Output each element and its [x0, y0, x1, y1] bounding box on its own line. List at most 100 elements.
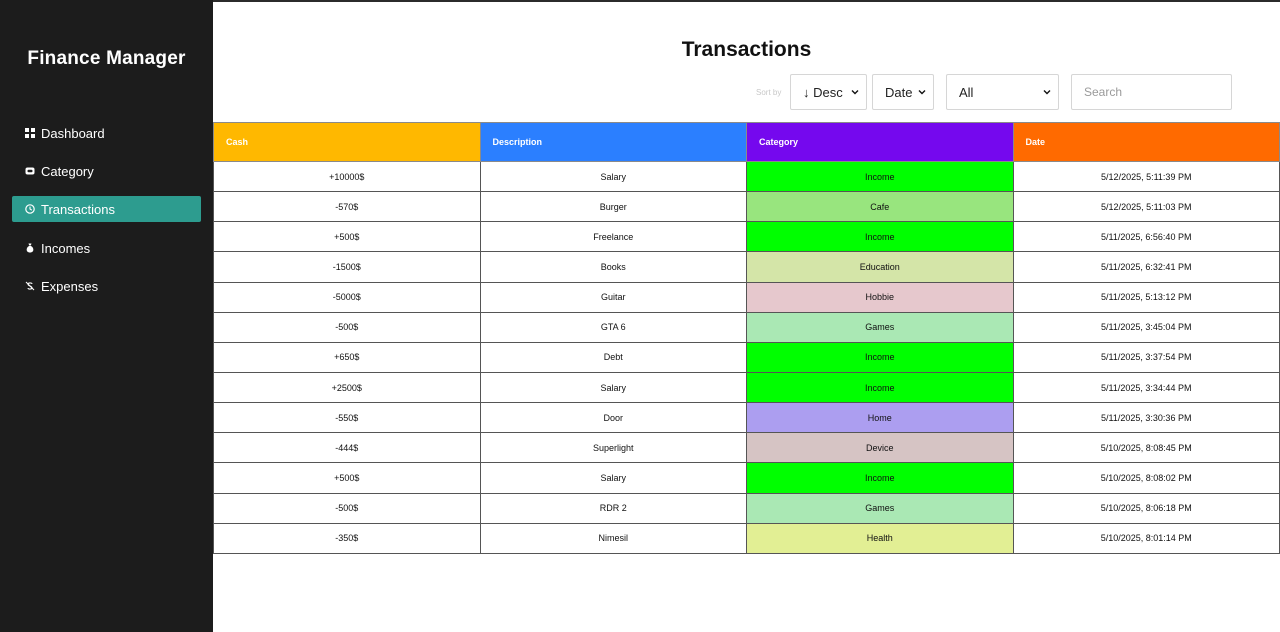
column-header-cash: Cash	[213, 122, 481, 162]
chevron-down-icon	[1043, 90, 1051, 95]
search-input[interactable]	[1071, 74, 1232, 110]
table-row[interactable]: +650$ Debt Income 5/11/2025, 3:37:54 PM	[213, 341, 1280, 373]
category-cell: Games	[746, 492, 1014, 524]
sidebar-item-label: Expenses	[41, 278, 99, 294]
date-cell: 5/12/2025, 5:11:39 PM	[1012, 160, 1280, 193]
category-cell: Income	[746, 371, 1014, 404]
table-row[interactable]: -5000$ Guitar Hobbie 5/11/2025, 5:13:12 PM	[213, 281, 1280, 313]
category-cell: Device	[746, 432, 1014, 464]
cash-cell: +2500$	[213, 371, 481, 404]
main-content: Transactions Sort by ↓ Desc Date All Cas…	[213, 2, 1280, 632]
table-row[interactable]: +2500$ Salary Income 5/11/2025, 3:34:44 PM	[213, 371, 1280, 404]
category-filter-select[interactable]: All	[946, 74, 1059, 110]
category-cell: Income	[746, 221, 1014, 253]
date-cell: 5/11/2025, 3:37:54 PM	[1012, 341, 1280, 373]
date-cell: 5/11/2025, 6:56:40 PM	[1012, 221, 1280, 253]
sidebar-item-transactions[interactable]: Transactions	[12, 196, 201, 222]
date-cell: 5/10/2025, 8:06:18 PM	[1012, 492, 1280, 524]
description-cell: Salary	[479, 462, 747, 494]
description-cell: Debt	[479, 341, 747, 373]
date-cell: 5/11/2025, 6:32:41 PM	[1012, 251, 1280, 283]
sidebar-item-incomes[interactable]: Incomes	[12, 235, 201, 261]
sidebar-item-label: Category	[41, 163, 94, 179]
table-row[interactable]: -444$ Superlight Device 5/10/2025, 8:08:45 …	[213, 432, 1280, 464]
cash-cell: -1500$	[213, 251, 481, 283]
category-cell: Home	[746, 402, 1014, 434]
sort-field-select[interactable]: Date	[872, 74, 934, 110]
description-cell: Salary	[479, 371, 747, 404]
description-cell: Door	[479, 402, 747, 434]
description-cell: Guitar	[479, 281, 747, 313]
cash-cell: -500$	[213, 311, 481, 343]
table-row[interactable]: -1500$ Books Education 5/11/2025, 6:32:41 P…	[213, 251, 1280, 283]
date-cell: 5/10/2025, 8:08:02 PM	[1012, 462, 1280, 494]
sort-by-label: Sort by	[756, 88, 782, 97]
grid-icon	[25, 128, 35, 138]
sidebar-item-expenses[interactable]: Expenses	[12, 273, 201, 299]
description-cell: Nimesil	[479, 522, 747, 554]
filter-controls: Sort by ↓ Desc Date All	[213, 74, 1280, 110]
description-cell: Salary	[479, 160, 747, 193]
table-row[interactable]: -500$ GTA 6 Games 5/11/2025, 3:45:04 PM	[213, 311, 1280, 343]
sidebar-item-label: Dashboard	[41, 125, 105, 141]
category-cell: Income	[746, 341, 1014, 373]
table-body: +10000$ Salary Income 5/12/2025, 5:11:39 PM…	[213, 160, 1280, 554]
cash-cell: -570$	[213, 191, 481, 223]
category-cell: Cafe	[746, 191, 1014, 223]
date-cell: 5/11/2025, 5:13:12 PM	[1012, 281, 1280, 313]
cash-cell: -350$	[213, 522, 481, 554]
sidebar-item-dashboard[interactable]: Dashboard	[12, 120, 201, 146]
cash-cell: +500$	[213, 221, 481, 253]
table-row[interactable]: +500$ Freelance Income 5/11/2025, 6:56:40 P…	[213, 221, 1280, 253]
description-cell: Burger	[479, 191, 747, 223]
description-cell: RDR 2	[479, 492, 747, 524]
date-cell: 5/10/2025, 8:08:45 PM	[1012, 432, 1280, 464]
table-header-row: Cash Description Category Date	[213, 122, 1280, 162]
app-brand: Finance Manager	[27, 48, 186, 69]
chevron-down-icon	[918, 90, 926, 95]
cash-cell: +500$	[213, 462, 481, 494]
cash-cell: +650$	[213, 341, 481, 373]
table-row[interactable]: +500$ Salary Income 5/10/2025, 8:08:02 PM	[213, 462, 1280, 494]
description-cell: Books	[479, 251, 747, 283]
sidebar-item-label: Transactions	[41, 201, 115, 217]
table-row[interactable]: -570$ Burger Cafe 5/12/2025, 5:11:03 PM	[213, 191, 1280, 223]
category-cell: Education	[746, 251, 1014, 283]
money-bag-icon	[25, 243, 35, 253]
table-row[interactable]: +10000$ Salary Income 5/12/2025, 5:11:39 PM	[213, 160, 1280, 193]
category-filter-value: All	[959, 84, 974, 100]
column-header-date: Date	[1012, 122, 1280, 162]
sidebar-item-category[interactable]: Category	[12, 158, 201, 184]
date-cell: 5/11/2025, 3:45:04 PM	[1012, 311, 1280, 343]
description-cell: Freelance	[479, 221, 747, 253]
sort-field-value: Date	[885, 84, 913, 100]
cash-cell: -444$	[213, 432, 481, 464]
tag-icon	[25, 166, 35, 176]
category-cell: Health	[746, 522, 1014, 554]
date-cell: 5/10/2025, 8:01:14 PM	[1012, 522, 1280, 554]
transactions-table: Cash Description Category Date +10000$ Salar…	[213, 122, 1280, 554]
description-cell: Superlight	[479, 432, 747, 464]
sort-direction-value: ↓ Desc	[803, 84, 843, 100]
table-row[interactable]: -550$ Door Home 5/11/2025, 3:30:36 PM	[213, 402, 1280, 434]
chevron-down-icon	[851, 90, 859, 95]
table-row[interactable]: -350$ Nimesil Health 5/10/2025, 8:01:14 PM	[213, 522, 1280, 554]
date-cell: 5/11/2025, 3:34:44 PM	[1012, 371, 1280, 404]
table-row[interactable]: -500$ RDR 2 Games 5/10/2025, 8:06:18 PM	[213, 492, 1280, 524]
sidebar-item-label: Incomes	[41, 240, 91, 256]
page-title: Transactions	[681, 38, 812, 61]
cash-cell: +10000$	[213, 160, 481, 193]
category-cell: Income	[746, 160, 1014, 193]
sort-direction-select[interactable]: ↓ Desc	[790, 74, 867, 110]
category-cell: Income	[746, 462, 1014, 494]
dollar-slash-icon	[25, 281, 35, 291]
cash-cell: -500$	[213, 492, 481, 524]
clock-icon	[25, 204, 35, 214]
cash-cell: -5000$	[213, 281, 481, 313]
column-header-category: Category	[746, 122, 1014, 162]
cash-cell: -550$	[213, 402, 481, 434]
description-cell: GTA 6	[479, 311, 747, 343]
sidebar: Finance Manager Dashboard Category Trans…	[0, 0, 213, 632]
date-cell: 5/11/2025, 3:30:36 PM	[1012, 402, 1280, 434]
date-cell: 5/12/2025, 5:11:03 PM	[1012, 191, 1280, 223]
